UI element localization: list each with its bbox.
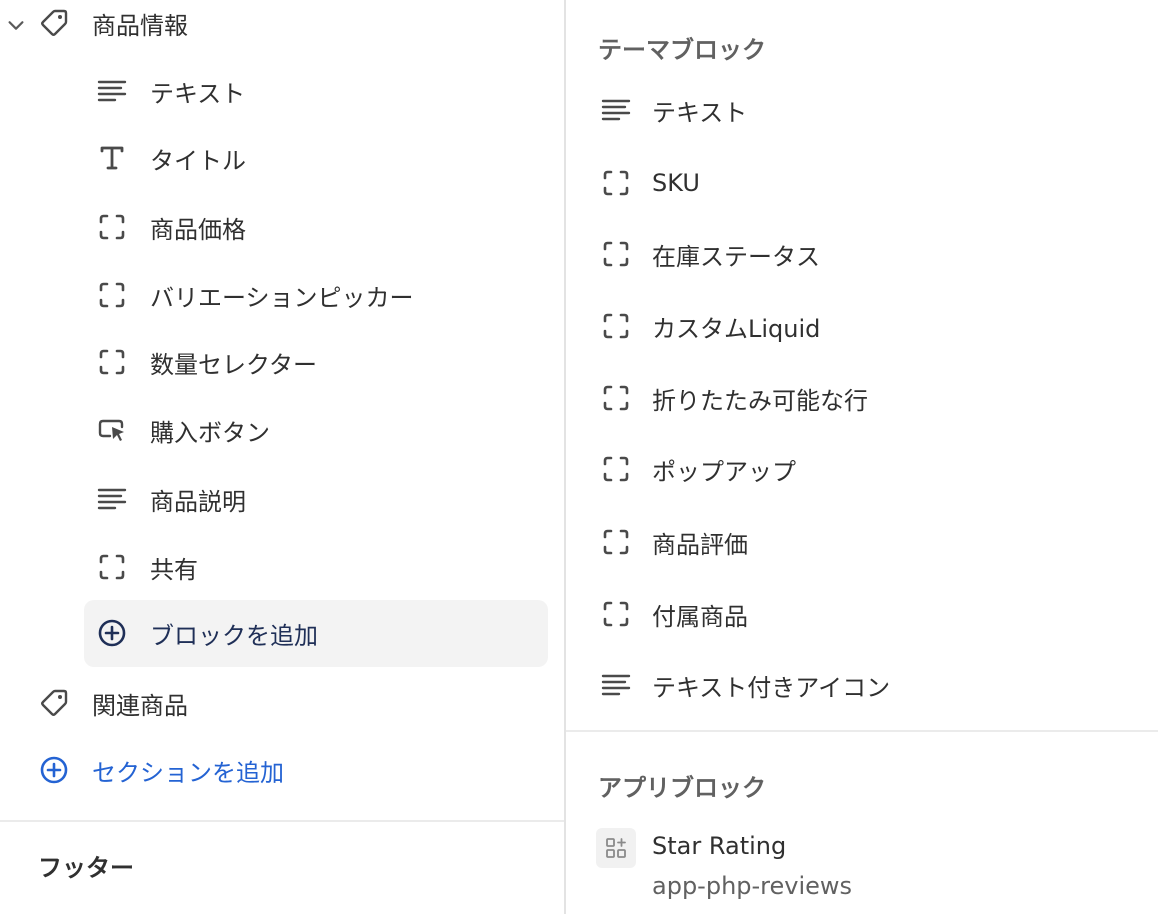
dashed-block-icon	[598, 238, 634, 270]
add-block-row: ブロックを追加	[96, 605, 318, 661]
block-label: タイトル	[150, 146, 246, 175]
theme-block-label: 商品評価	[652, 530, 748, 559]
add-section-row: セクションを追加	[38, 742, 284, 798]
app-block-source: app-php-reviews	[652, 872, 853, 900]
divider	[0, 820, 565, 822]
block-item-buy-button[interactable]: 購入ボタン	[96, 402, 270, 458]
theme-block-label: SKU	[652, 169, 700, 197]
block-label: バリエーションピッカー	[150, 283, 414, 312]
theme-block-complementary-products[interactable]: 付属商品	[598, 586, 748, 642]
section-item-product-info[interactable]: 商品情報	[38, 0, 188, 51]
theme-blocks-heading: テーマブロック	[598, 36, 766, 64]
app-block-star-rating[interactable]: Star Rating app-php-reviews	[596, 828, 1156, 914]
dashed-block-icon	[96, 346, 128, 378]
block-item-text[interactable]: テキスト	[96, 63, 245, 119]
dashed-block-icon	[598, 382, 634, 414]
text-lines-icon	[96, 483, 128, 515]
block-picker-panel: テーマブロック テキスト SKU 在庫ステータス カスタムLiquid 折りたた…	[566, 0, 1158, 914]
app-blocks-heading: アプリブロック	[598, 774, 766, 802]
theme-editor: 商品情報 テキスト タイトル 商品価格 バリエーションピッカー 数量セレクター …	[0, 0, 1158, 914]
tag-icon	[38, 7, 70, 39]
title-t-icon	[96, 142, 128, 174]
theme-block-icon-with-text[interactable]: テキスト付きアイコン	[598, 657, 890, 713]
tag-icon	[38, 687, 70, 719]
theme-block-sku[interactable]: SKU	[598, 155, 700, 211]
section-label: 関連商品	[92, 691, 188, 720]
theme-block-inventory-status[interactable]: 在庫ステータス	[598, 226, 820, 282]
text-lines-icon	[598, 94, 634, 126]
theme-block-label: 折りたたみ可能な行	[652, 386, 868, 415]
theme-block-custom-liquid[interactable]: カスタムLiquid	[598, 298, 820, 354]
divider	[566, 730, 1158, 732]
chevron-down-icon[interactable]	[3, 12, 29, 38]
plus-circle-icon	[38, 754, 70, 786]
block-label: 共有	[150, 555, 198, 584]
block-label: 数量セレクター	[150, 350, 318, 379]
app-block-icon	[596, 828, 636, 868]
footer-group-title: フッター	[38, 854, 134, 882]
block-label: テキスト	[150, 79, 246, 108]
dashed-block-icon	[598, 598, 634, 630]
block-label: 購入ボタン	[150, 418, 270, 447]
theme-block-label: 在庫ステータス	[652, 242, 820, 271]
block-item-variant-picker[interactable]: バリエーションピッカー	[96, 267, 414, 323]
dashed-block-icon	[598, 167, 634, 199]
theme-block-product-rating[interactable]: 商品評価	[598, 514, 748, 570]
theme-block-popup[interactable]: ポップアップ	[598, 441, 796, 497]
dashed-block-icon	[598, 453, 634, 485]
theme-block-label: ポップアップ	[652, 457, 796, 486]
theme-block-label: テキスト付きアイコン	[652, 673, 891, 702]
theme-block-label: 付属商品	[652, 602, 748, 631]
block-item-quantity-selector[interactable]: 数量セレクター	[96, 334, 317, 390]
dashed-block-icon	[96, 551, 128, 583]
dashed-block-icon	[96, 211, 128, 243]
theme-block-text[interactable]: テキスト	[598, 82, 747, 138]
app-block-name: Star Rating	[652, 832, 787, 860]
block-item-description[interactable]: 商品説明	[96, 471, 246, 527]
theme-block-label: テキスト	[652, 98, 748, 127]
button-pointer-icon	[96, 414, 128, 446]
plus-circle-icon	[96, 617, 128, 649]
section-item-related-products[interactable]: 関連商品	[38, 675, 188, 731]
dashed-block-icon	[598, 310, 634, 342]
add-section-label: セクションを追加	[92, 758, 284, 787]
text-lines-icon	[96, 75, 128, 107]
block-item-share[interactable]: 共有	[96, 539, 198, 595]
block-item-price[interactable]: 商品価格	[96, 199, 246, 255]
section-tree-panel: 商品情報 テキスト タイトル 商品価格 バリエーションピッカー 数量セレクター …	[0, 0, 565, 914]
dashed-block-icon	[96, 279, 128, 311]
block-label: 商品価格	[150, 215, 246, 244]
add-block-label: ブロックを追加	[150, 621, 318, 650]
theme-block-label: カスタムLiquid	[652, 314, 821, 343]
text-lines-icon	[598, 669, 634, 701]
section-label: 商品情報	[92, 11, 188, 40]
dashed-block-icon	[598, 526, 634, 558]
theme-block-collapsible-row[interactable]: 折りたたみ可能な行	[598, 370, 868, 426]
block-label: 商品説明	[150, 487, 246, 516]
block-item-title[interactable]: タイトル	[96, 130, 246, 186]
add-block-button[interactable]: ブロックを追加	[84, 600, 548, 667]
